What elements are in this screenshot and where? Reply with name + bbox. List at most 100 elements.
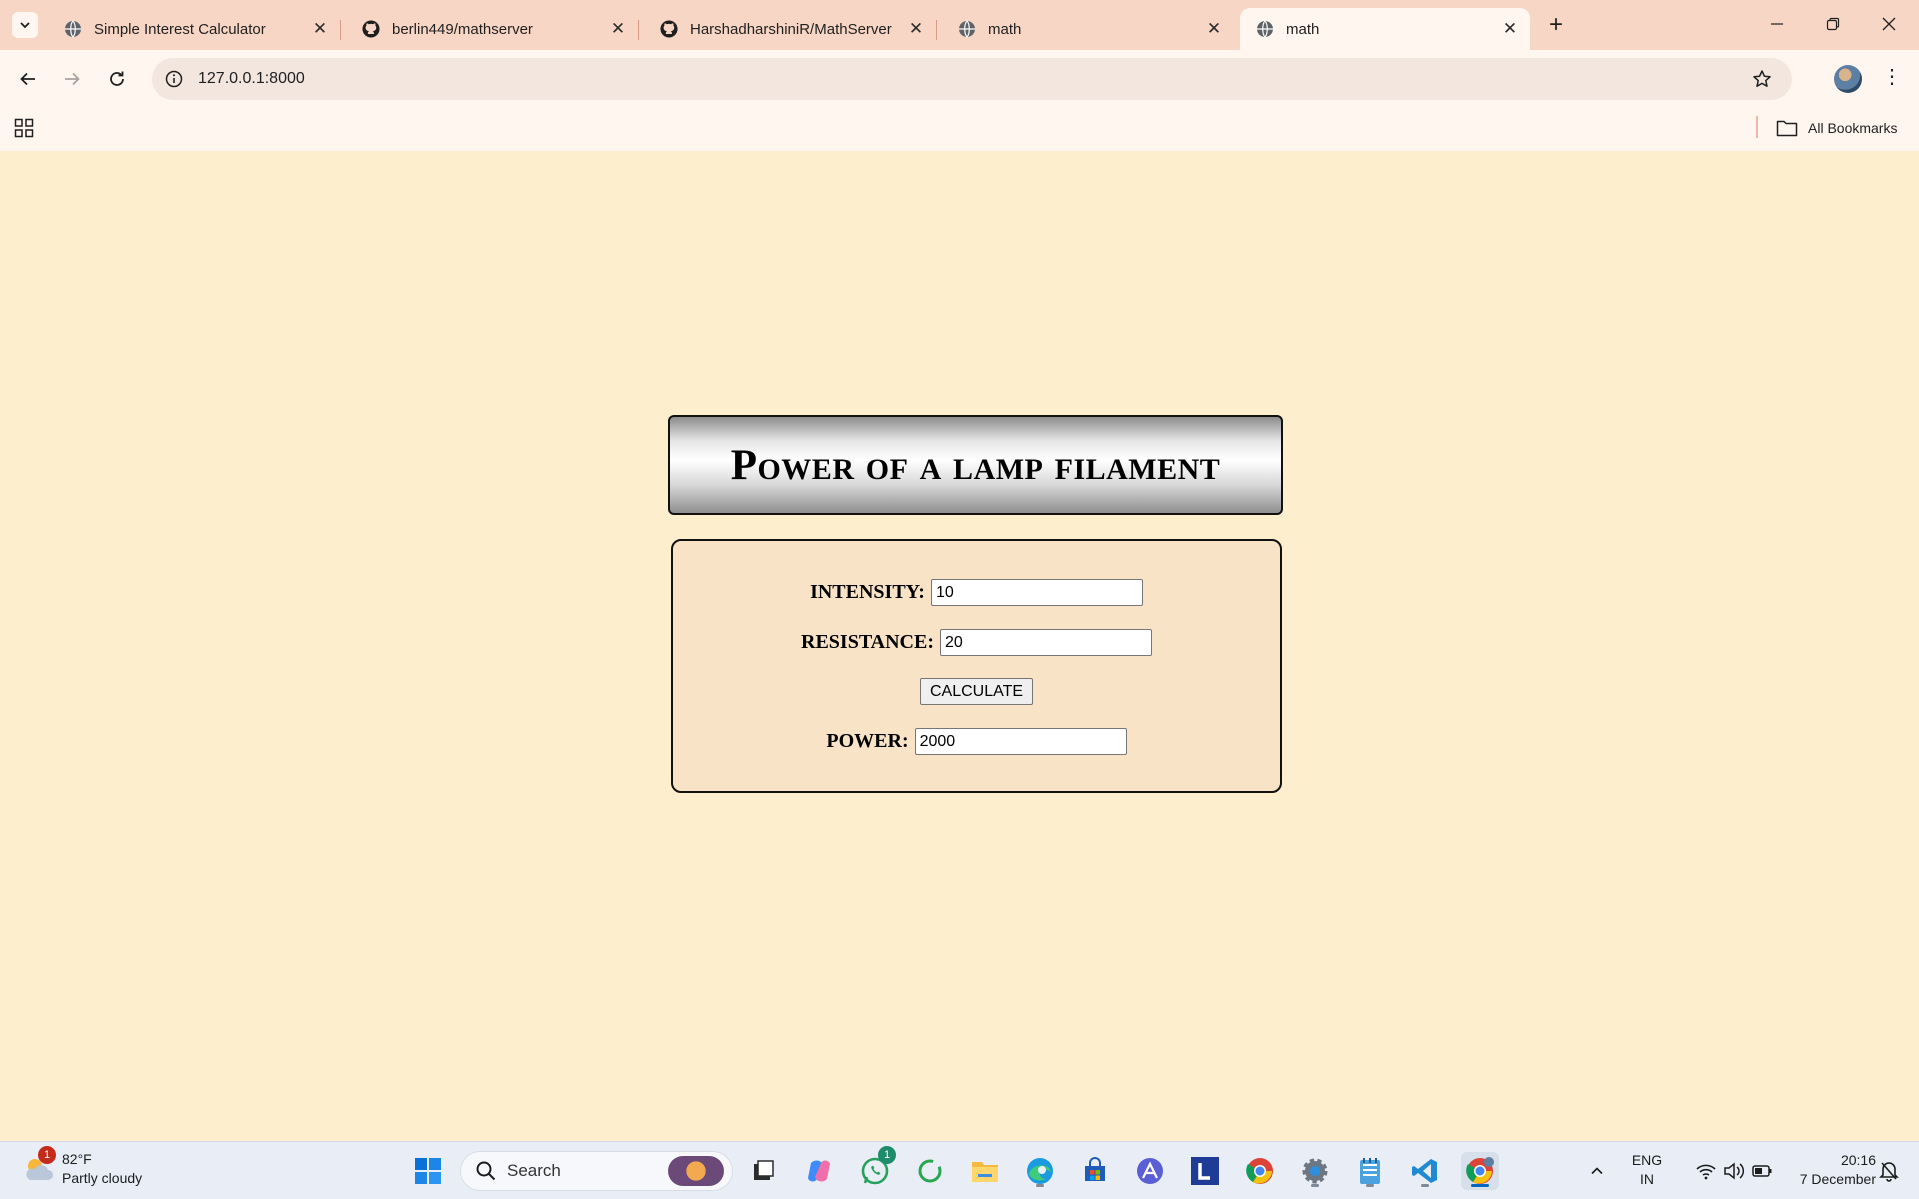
weather-widget[interactable]: 1 82°F Partly cloudy xyxy=(22,1146,143,1188)
close-icon[interactable]: ✕ xyxy=(608,19,628,39)
weather-temp: 82°F xyxy=(62,1151,92,1167)
settings-icon xyxy=(1302,1158,1328,1184)
quick-settings-button[interactable] xyxy=(1684,1152,1784,1190)
taskbar: 1 82°F Partly cloudy Search 1 ENG IN 20:… xyxy=(0,1141,1919,1199)
notepad-button[interactable] xyxy=(1351,1152,1389,1190)
profile-avatar[interactable] xyxy=(1834,65,1862,93)
clock[interactable]: 20:16 7 December xyxy=(1776,1151,1876,1189)
bookmarks-bar: All Bookmarks xyxy=(0,108,1919,151)
calculate-row: CALCULATE xyxy=(673,678,1280,705)
restore-icon xyxy=(1826,17,1840,31)
chevron-down-icon xyxy=(20,22,30,29)
globe-icon xyxy=(1256,20,1274,38)
calculate-button[interactable]: CALCULATE xyxy=(919,678,1034,705)
l-app-button[interactable] xyxy=(1186,1152,1224,1190)
task-view-button[interactable] xyxy=(744,1152,782,1190)
weather-desc: Partly cloudy xyxy=(62,1170,143,1186)
close-icon[interactable]: ✕ xyxy=(1500,19,1520,39)
taskbar-search[interactable]: Search xyxy=(460,1151,733,1191)
whatsapp-button[interactable]: 1 xyxy=(856,1146,896,1190)
resistance-input[interactable] xyxy=(940,629,1152,656)
plus-icon: + xyxy=(1548,11,1563,38)
intensity-input[interactable] xyxy=(930,579,1143,606)
tab-berlin449-mathserver[interactable]: berlin449/mathserver ✕ xyxy=(346,8,639,50)
task-view-icon xyxy=(754,1160,774,1180)
notifications-button[interactable] xyxy=(1870,1152,1908,1190)
bookmark-star-icon[interactable] xyxy=(1750,67,1774,91)
settings-button[interactable] xyxy=(1296,1152,1334,1190)
menu-button[interactable]: ⋮ xyxy=(1880,64,1904,94)
arc-button[interactable] xyxy=(1131,1152,1169,1190)
heading-banner: Power of a lamp filament xyxy=(668,415,1283,515)
page-title: Power of a lamp filament xyxy=(730,441,1221,489)
tab-separator xyxy=(340,20,341,40)
tab-simple-interest[interactable]: Simple Interest Calculator ✕ xyxy=(48,8,341,50)
arc-icon xyxy=(1137,1158,1163,1184)
chrome-button[interactable] xyxy=(1241,1152,1279,1190)
power-label: POWER: xyxy=(826,730,909,752)
more-vert-icon: ⋮ xyxy=(1882,66,1902,88)
close-icon[interactable]: ✕ xyxy=(310,19,330,39)
apps-grid-icon[interactable] xyxy=(14,118,34,138)
copilot-button[interactable] xyxy=(800,1152,838,1190)
start-button[interactable] xyxy=(409,1152,447,1190)
tab-math-1[interactable]: math ✕ xyxy=(942,8,1234,50)
chrome-icon xyxy=(1246,1158,1273,1184)
bookmarks-separator xyxy=(1756,116,1758,138)
arrow-right-icon xyxy=(65,72,80,86)
language-line2: IN xyxy=(1640,1171,1654,1187)
weather-badge: 1 xyxy=(38,1146,56,1164)
store-icon xyxy=(1085,1157,1105,1181)
close-window-button[interactable] xyxy=(1866,8,1912,40)
refresh-app-button[interactable] xyxy=(911,1152,949,1190)
close-icon[interactable]: ✕ xyxy=(906,19,926,39)
tab-harshadharshini-mathserver[interactable]: HarshadharshiniR/MathServer ✕ xyxy=(644,8,937,50)
search-placeholder: Search xyxy=(507,1161,561,1180)
intensity-label: INTENSITY: xyxy=(810,581,925,603)
url-text[interactable]: 127.0.0.1:8000 xyxy=(198,70,305,88)
file-explorer-button[interactable] xyxy=(966,1152,1004,1190)
battery-icon xyxy=(1752,1165,1772,1177)
new-tab-button[interactable]: + xyxy=(1542,12,1570,40)
back-button[interactable] xyxy=(12,63,44,95)
all-bookmarks-button[interactable]: All Bookmarks xyxy=(1776,114,1897,142)
chrome-active-button[interactable] xyxy=(1461,1152,1499,1190)
reload-button[interactable] xyxy=(101,63,133,95)
close-icon[interactable]: ✕ xyxy=(1204,19,1224,39)
globe-icon xyxy=(958,20,976,38)
site-info-icon[interactable] xyxy=(162,67,186,91)
chevron-up-icon xyxy=(1591,1167,1603,1175)
minimize-button[interactable] xyxy=(1754,8,1800,40)
language-line1: ENG xyxy=(1631,1152,1663,1168)
tab-title: berlin449/mathserver xyxy=(392,20,533,38)
reload-icon xyxy=(110,71,124,86)
globe-icon xyxy=(64,20,82,38)
tab-title: math xyxy=(988,20,1022,38)
edge-button[interactable] xyxy=(1021,1152,1059,1190)
volume-icon xyxy=(1724,1162,1745,1180)
vscode-button[interactable] xyxy=(1406,1152,1444,1190)
vscode-icon xyxy=(1412,1159,1437,1183)
search-highlight-icon xyxy=(668,1156,724,1186)
file-explorer-icon xyxy=(972,1162,998,1182)
arrow-left-icon xyxy=(20,72,35,86)
partly-cloudy-icon: 1 xyxy=(22,1146,56,1186)
language-indicator[interactable]: ENG IN xyxy=(1622,1151,1672,1189)
address-bar[interactable]: 127.0.0.1:8000 xyxy=(152,58,1792,100)
store-button[interactable] xyxy=(1076,1152,1114,1190)
tab-search-button[interactable] xyxy=(12,12,38,38)
power-output[interactable] xyxy=(914,728,1127,755)
restore-button[interactable] xyxy=(1810,8,1856,40)
forward-button[interactable] xyxy=(56,63,88,95)
show-hidden-icons-button[interactable] xyxy=(1578,1152,1616,1190)
notepad-icon xyxy=(1360,1158,1380,1184)
tab-strip: Simple Interest Calculator ✕ berlin449/m… xyxy=(0,0,1919,50)
page-content: Power of a lamp filament INTENSITY: RESI… xyxy=(0,151,1919,1141)
wifi-icon xyxy=(1696,1164,1716,1180)
github-icon xyxy=(660,20,678,38)
calculator-form: INTENSITY: RESISTANCE: CALCULATE POWER: xyxy=(671,539,1282,793)
tab-math-active[interactable]: math ✕ xyxy=(1240,8,1530,50)
windows-start-icon xyxy=(415,1158,441,1184)
running-indicator xyxy=(1311,1184,1319,1187)
notification-bell-icon xyxy=(1879,1162,1899,1182)
